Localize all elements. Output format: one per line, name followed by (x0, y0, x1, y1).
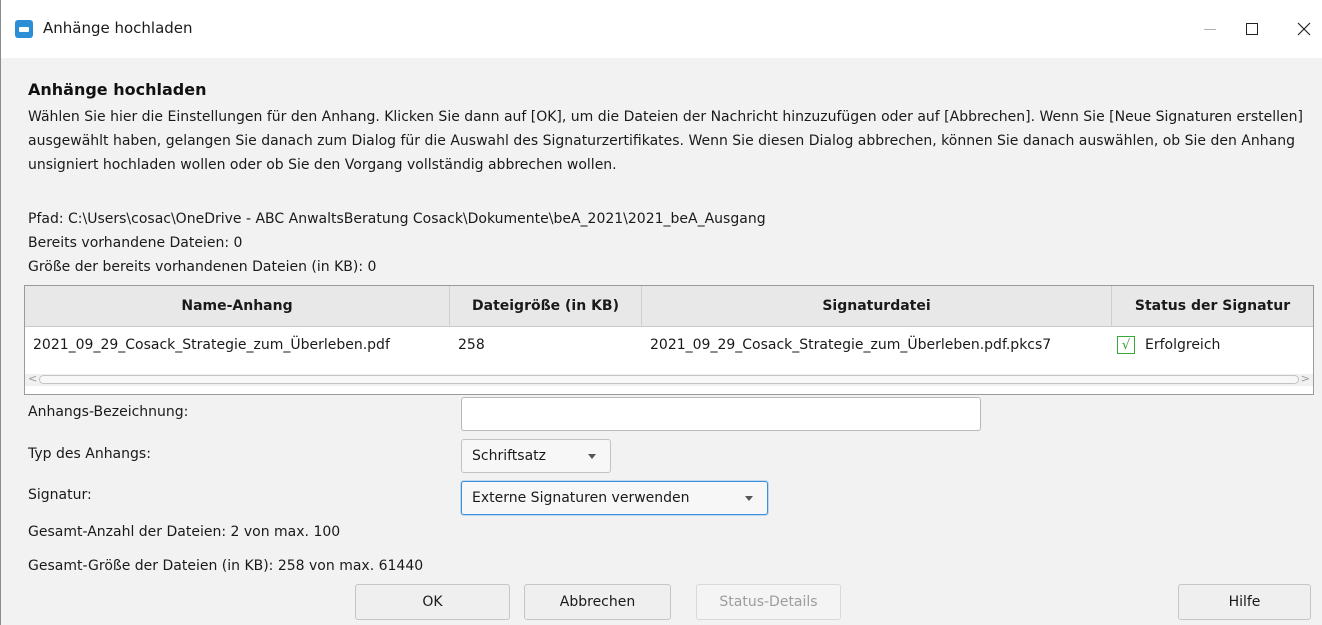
cell-name: 2021_09_29_Cosack_Strategie_zum_Überlebe… (33, 337, 390, 353)
label-signatur: Signatur: (28, 487, 92, 503)
maximize-icon (1246, 23, 1258, 35)
chevron-down-icon (588, 454, 596, 459)
upload-dialog-window: Anhänge hochladen Anhänge hochladen Wähl… (0, 0, 1322, 625)
existing-files-info: Bereits vorhandene Dateien: 0 (28, 235, 243, 251)
attachments-table: Name-Anhang Dateigröße (in KB) Signaturd… (24, 285, 1314, 395)
total-size: Gesamt-Größe der Dateien (in KB): 258 vo… (28, 558, 424, 574)
help-button[interactable]: Hilfe (1178, 584, 1311, 620)
checkmark-icon: √ (1117, 336, 1135, 354)
maximize-button[interactable] (1229, 12, 1275, 46)
scroll-right-icon[interactable]: > (1301, 372, 1310, 385)
scrollbar-thumb[interactable] (39, 375, 1299, 384)
ok-button[interactable]: OK (355, 584, 510, 620)
status-text: Erfolgreich (1145, 337, 1221, 353)
cancel-button[interactable]: Abbrechen (524, 584, 671, 620)
table-header: Name-Anhang Dateigröße (in KB) Signaturd… (25, 286, 1313, 327)
cell-signature-status: √ Erfolgreich (1112, 327, 1313, 363)
column-header-signature-status[interactable]: Status der Signatur (1112, 286, 1313, 326)
table-row[interactable]: 2021_09_29_Cosack_Strategie_zum_Überlebe… (25, 327, 1313, 363)
bezeichnung-input[interactable] (461, 397, 981, 431)
label-bezeichnung: Anhangs-Bezeichnung: (28, 404, 189, 420)
scroll-left-icon[interactable]: < (28, 372, 37, 385)
close-button[interactable] (1281, 12, 1322, 46)
minimize-button[interactable] (1187, 12, 1233, 46)
app-icon (15, 20, 33, 38)
title-bar: Anhänge hochladen (1, 0, 1322, 58)
dialog-heading: Anhänge hochladen (28, 80, 207, 99)
signatur-select-value: Externe Signaturen verwenden (472, 490, 690, 506)
typ-select[interactable]: Schriftsatz (461, 439, 611, 473)
cell-size: 258 (458, 337, 485, 353)
total-count: Gesamt-Anzahl der Dateien: 2 von max. 10… (28, 524, 341, 540)
path-info: Pfad: C:\Users\cosac\OneDrive - ABC Anwa… (28, 211, 766, 227)
typ-select-value: Schriftsatz (472, 448, 546, 464)
column-header-signature-file[interactable]: Signaturdatei (642, 286, 1112, 326)
dialog-description: Wählen Sie hier die Einstellungen für de… (28, 109, 1303, 173)
chevron-down-icon (745, 496, 753, 501)
status-details-button[interactable]: Status-Details (696, 584, 841, 620)
label-typ: Typ des Anhangs: (28, 446, 151, 462)
column-header-size[interactable]: Dateigröße (in KB) (450, 286, 642, 326)
window-title: Anhänge hochladen (43, 19, 193, 37)
signatur-select[interactable]: Externe Signaturen verwenden (461, 481, 768, 515)
close-icon (1297, 22, 1311, 36)
minimize-icon (1204, 28, 1216, 30)
cell-signature-file: 2021_09_29_Cosack_Strategie_zum_Überlebe… (650, 337, 1052, 353)
existing-size-info: Größe der bereits vorhandenen Dateien (i… (28, 259, 377, 275)
column-header-name[interactable]: Name-Anhang (25, 286, 450, 326)
horizontal-scrollbar[interactable]: < > (25, 372, 1313, 386)
